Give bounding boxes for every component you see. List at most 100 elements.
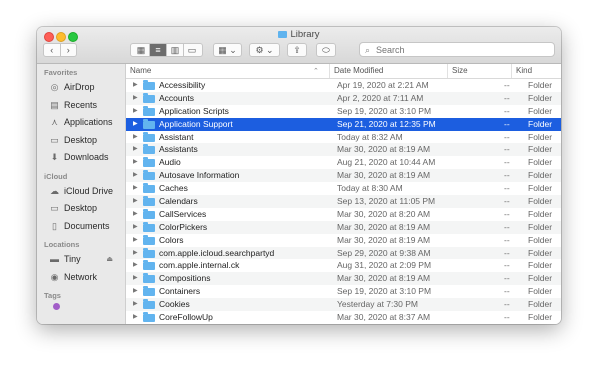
column-header-date[interactable]: Date Modified	[329, 64, 447, 78]
sidebar-item-desktop[interactable]: ▭ Desktop	[37, 132, 125, 150]
disclosure-triangle-icon[interactable]: ▶	[133, 285, 138, 298]
table-row[interactable]: ▶ Audio Aug 21, 2020 at 10:44 AM -- Folder	[126, 156, 561, 169]
rows-container: ▶ Accessibility Apr 19, 2020 at 2:21 AM -- F…	[126, 79, 561, 324]
columns-icon: ▥	[170, 44, 180, 55]
column-header: Name ⌃ Date Modified Size Kind	[126, 64, 561, 79]
disclosure-triangle-icon[interactable]: ▶	[133, 259, 138, 272]
file-kind: Folder	[528, 208, 553, 219]
disclosure-triangle-icon[interactable]: ▶	[133, 169, 138, 182]
back-forward-control: ‹ ›	[43, 43, 77, 57]
table-row[interactable]: ▶ CoreFollowUp Mar 30, 2020 at 8:37 AM -- Fo…	[126, 311, 561, 324]
disclosure-triangle-icon[interactable]: ▶	[133, 298, 138, 311]
disclosure-triangle-icon[interactable]: ▶	[133, 131, 138, 144]
eject-icon[interactable]: ⏏	[106, 251, 113, 269]
disclosure-triangle-icon[interactable]: ▶	[133, 221, 138, 234]
group-button[interactable]: ▦ ⌄	[213, 43, 242, 57]
file-kind: Folder	[528, 286, 553, 297]
column-header-kind[interactable]: Kind	[511, 64, 561, 78]
file-kind: Folder	[528, 260, 553, 271]
disclosure-triangle-icon[interactable]: ▶	[133, 156, 138, 169]
table-row[interactable]: ▶ ColorPickers Mar 30, 2020 at 8:19 AM -- Fo…	[126, 220, 561, 234]
file-kind: Folder	[528, 105, 553, 116]
grid-icon: ▦	[136, 44, 146, 55]
table-row[interactable]: ▶ Assistant Today at 8:32 AM -- Folder	[126, 131, 561, 144]
table-row[interactable]: ▶ Colors Mar 30, 2020 at 8:19 AM -- Folder	[126, 234, 561, 247]
file-kind: Folder	[528, 157, 553, 168]
table-row[interactable]: ▶ Application Support Sep 21, 2020 at 12:3…	[126, 117, 561, 131]
search-field[interactable]: ⌕	[359, 42, 555, 57]
file-kind: Folder	[528, 144, 553, 155]
table-row[interactable]: ▶ Calendars Sep 13, 2020 at 11:05 PM -- Fold…	[126, 195, 561, 208]
sidebar-item-documents[interactable]: ▯ Documents	[37, 218, 125, 236]
disclosure-triangle-icon[interactable]: ▶	[133, 195, 138, 208]
sidebar-item-tag[interactable]	[37, 302, 125, 312]
folder-icon	[143, 183, 155, 194]
file-list: Name ⌃ Date Modified Size Kind ▶ Accessibi…	[126, 64, 561, 324]
table-row[interactable]: ▶ Autosave Information Mar 30, 2020 at 8:1…	[126, 169, 561, 183]
file-name: com.apple.icloud.searchpartyd	[159, 247, 275, 258]
file-kind: Folder	[528, 299, 553, 310]
table-row[interactable]: ▶ com.apple.icloud.searchpartyd Sep 29, 20…	[126, 246, 561, 260]
table-row[interactable]: ▶ Accessibility Apr 19, 2020 at 2:21 AM -- F…	[126, 79, 561, 92]
folder-icon	[143, 92, 155, 103]
icon-view-button[interactable]: ▦	[133, 44, 150, 56]
forward-button[interactable]: ›	[61, 44, 77, 56]
sidebar-item-recents[interactable]: ▤ Recents	[37, 97, 125, 115]
sidebar-item-icloud-drive[interactable]: ☁ iCloud Drive	[37, 183, 125, 201]
table-row[interactable]: ▶ CallServices Mar 30, 2020 at 8:20 AM -- Fo…	[126, 208, 561, 221]
date-modified: Mar 30, 2020 at 8:19 AM	[337, 221, 431, 232]
file-name: ColorPickers	[159, 221, 208, 232]
airdrop-icon: ◎	[50, 82, 59, 92]
sidebar-item-icloud-desktop[interactable]: ▭ Desktop	[37, 200, 125, 218]
date-modified: Sep 19, 2020 at 3:10 PM	[337, 105, 432, 116]
disclosure-triangle-icon[interactable]: ▶	[133, 272, 138, 285]
disclosure-triangle-icon[interactable]: ▶	[133, 118, 138, 131]
date-modified: Mar 30, 2020 at 8:19 AM	[337, 273, 431, 284]
table-row[interactable]: ▶ Assistants Mar 30, 2020 at 8:19 AM -- Fold…	[126, 143, 561, 157]
disclosure-triangle-icon[interactable]: ▶	[133, 311, 138, 324]
disclosure-triangle-icon[interactable]: ▶	[133, 234, 138, 247]
file-name: Accounts	[159, 92, 194, 103]
search-input[interactable]	[376, 44, 546, 55]
sidebar-item-downloads[interactable]: ⬇ Downloads	[37, 149, 125, 167]
cloud-icon: ☁	[50, 185, 59, 196]
table-row[interactable]: ▶ Containers Sep 19, 2020 at 3:10 PM -- Fold…	[126, 285, 561, 298]
table-row[interactable]: ▶ Accounts Apr 2, 2020 at 7:11 AM -- Folder	[126, 91, 561, 105]
folder-icon	[143, 234, 155, 245]
gallery-view-button[interactable]: ▭	[184, 44, 200, 56]
table-row[interactable]: ▶ Application Scripts Sep 19, 2020 at 3:10…	[126, 105, 561, 118]
date-modified: Sep 29, 2020 at 9:38 AM	[337, 247, 431, 258]
column-header-name[interactable]: Name ⌃	[126, 64, 329, 78]
tags-button[interactable]: ⬭	[316, 43, 336, 57]
file-size: --	[504, 105, 510, 116]
column-view-button[interactable]: ▥	[167, 44, 184, 56]
action-button[interactable]: ⚙ ⌄	[249, 43, 280, 57]
back-button[interactable]: ‹	[44, 44, 61, 56]
table-row[interactable]: ▶ Caches Today at 8:30 AM -- Folder	[126, 182, 561, 195]
disclosure-triangle-icon[interactable]: ▶	[133, 208, 138, 221]
list-view-button[interactable]: ≡	[150, 44, 167, 56]
date-modified: Today at 8:32 AM	[337, 131, 403, 142]
disclosure-triangle-icon[interactable]: ▶	[133, 247, 138, 260]
sidebar-item-applications[interactable]: ⋏ Applications	[37, 114, 125, 132]
sidebar-item-network[interactable]: ◉ Network	[37, 269, 125, 287]
file-name: Caches	[159, 183, 188, 194]
date-modified: Sep 21, 2020 at 12:35 PM	[337, 118, 436, 129]
file-size: --	[504, 131, 510, 142]
recents-icon: ▤	[50, 99, 59, 110]
disclosure-triangle-icon[interactable]: ▶	[133, 105, 138, 118]
file-kind: Folder	[528, 118, 553, 129]
disclosure-triangle-icon[interactable]: ▶	[133, 182, 138, 195]
sidebar-item-tiny[interactable]: ▬ Tiny ⏏	[37, 251, 125, 269]
disclosure-triangle-icon[interactable]: ▶	[133, 143, 138, 156]
disclosure-triangle-icon[interactable]: ▶	[133, 79, 138, 92]
share-button[interactable]: ⇪	[287, 43, 307, 57]
column-header-size[interactable]: Size	[447, 64, 511, 78]
sidebar-item-airdrop[interactable]: ◎ AirDrop	[37, 79, 125, 97]
disclosure-triangle-icon[interactable]: ▶	[133, 92, 138, 105]
table-row[interactable]: ▶ Compositions Mar 30, 2020 at 8:19 AM -- Fo…	[126, 272, 561, 286]
table-row[interactable]: ▶ com.apple.internal.ck Aug 31, 2020 at 2:…	[126, 259, 561, 272]
file-name: Autosave Information	[159, 170, 240, 181]
applications-icon: ⋏	[51, 117, 58, 127]
table-row[interactable]: ▶ Cookies Yesterday at 7:30 PM -- Folder	[126, 298, 561, 312]
